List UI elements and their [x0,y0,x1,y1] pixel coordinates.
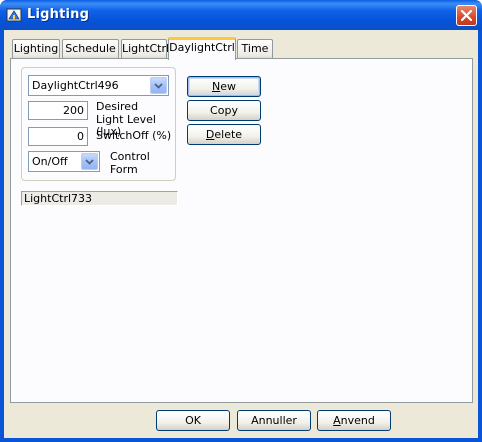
tab-time[interactable]: Time [237,39,273,59]
controller-select[interactable]: DaylightCtrl496 [28,75,169,96]
apply-button[interactable]: Anvend [317,410,391,431]
dialog-client-area: Lighting Schedule LightCtrl DaylightCtrl… [4,30,478,438]
ok-button[interactable]: OK [156,410,230,431]
tab-daylightctrl[interactable]: DaylightCtrl [168,37,236,60]
delete-button-label: elete [214,128,243,141]
control-form-label-line1: Control [110,150,150,163]
dialog-window: Lighting Lighting Schedule LightCtrl Day… [0,0,482,442]
close-icon [461,10,472,21]
lighting-app-icon [6,7,22,23]
tab-lightctrl[interactable]: LightCtrl [121,39,169,59]
new-button[interactable]: New [187,76,261,97]
title-bar[interactable]: Lighting [0,0,482,30]
close-button[interactable] [456,5,477,26]
daylightctrl-panel: DaylightCtrl496 200 Desired Light Level … [10,58,473,403]
apply-button-mnemonic: A [333,414,341,427]
delete-button[interactable]: Delete [187,124,261,145]
apply-button-label: nvend [340,414,375,427]
daylight-settings-group: DaylightCtrl496 200 Desired Light Level … [21,67,176,181]
tab-bar: Lighting Schedule LightCtrl DaylightCtrl… [12,37,472,60]
copy-button[interactable]: Copy [187,100,261,121]
chevron-down-icon [85,159,94,165]
control-form-select[interactable]: On/Off [28,151,100,172]
chevron-down-icon [154,83,163,89]
switch-off-input[interactable]: 0 [28,127,88,146]
controller-select-value: DaylightCtrl496 [32,79,119,92]
desired-light-level-label-line1: Desired [96,100,139,113]
switch-off-label: SwitchOff (%) [96,129,172,142]
controller-dropdown-button[interactable] [150,77,167,94]
linked-lightctrl-field: LightCtrl733 [21,191,178,206]
control-form-label-line2: Form [110,163,138,176]
new-button-mnemonic: N [212,80,221,93]
window-title: Lighting [27,7,90,22]
tab-schedule[interactable]: Schedule [62,39,119,59]
tab-lighting[interactable]: Lighting [12,39,60,59]
new-button-label: ew [220,80,236,93]
control-form-dropdown-button[interactable] [81,153,98,170]
desired-light-level-input[interactable]: 200 [28,101,88,120]
cancel-button[interactable]: Annuller [237,410,311,431]
control-form-value: On/Off [32,155,68,168]
